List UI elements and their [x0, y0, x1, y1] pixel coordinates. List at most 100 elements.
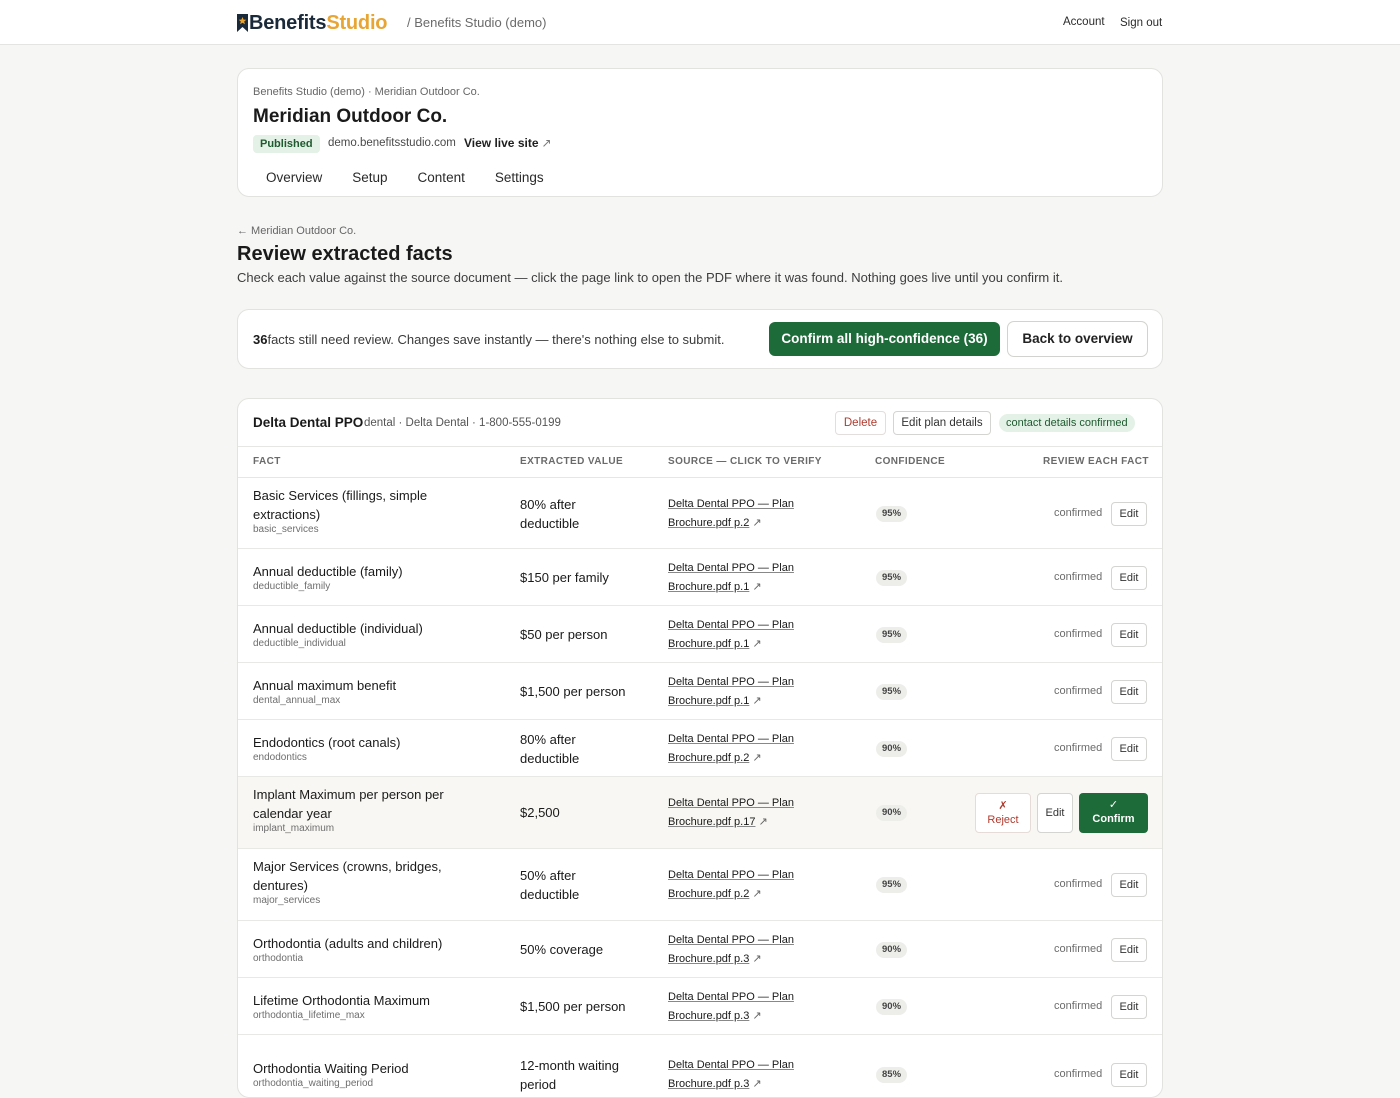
tab-content[interactable]: Content — [418, 170, 465, 185]
table-row: Major Services (crowns, bridges, dentures… — [238, 849, 1162, 921]
edit-fact-button[interactable]: Edit — [1111, 680, 1147, 704]
external-link-icon: ↗ — [752, 752, 762, 764]
tab-setup[interactable]: Setup — [352, 170, 387, 185]
fact-value: 80% after deductible — [520, 495, 650, 533]
fact-value: 80% after deductible — [520, 730, 650, 768]
external-link-icon: ↗ — [752, 953, 762, 965]
fact-name-line1: Basic Services (fillings, simple — [253, 488, 428, 503]
confirmed-status: confirmed — [1054, 685, 1103, 697]
fact-name-line1: Implant Maximum per person per — [253, 787, 444, 802]
source-link[interactable]: Delta Dental PPO — Plan Brochure.pdf p.3 ↗ — [668, 1056, 818, 1094]
confidence-badge: 90% — [876, 805, 908, 821]
account-link[interactable]: Account — [1063, 16, 1105, 28]
confirmed-status: confirmed — [1054, 943, 1103, 955]
external-link-icon: ↗ — [752, 1010, 762, 1022]
fact-name: Orthodontia (adults and children) — [253, 934, 483, 953]
workspace-crumb[interactable]: / Benefits Studio (demo) — [407, 15, 546, 30]
confirmed-status: confirmed — [1054, 571, 1103, 583]
source-link-line1: Delta Dental PPO — Plan — [668, 869, 794, 881]
source-link[interactable]: Delta Dental PPO — Plan Brochure.pdf p.1 ↗ — [668, 616, 818, 654]
fact-value: $1,500 per person — [520, 997, 650, 1016]
reject-button[interactable]: ✗ Reject — [975, 793, 1031, 833]
edit-plan-button[interactable]: Edit plan details — [893, 411, 991, 435]
confirm-all-button[interactable]: Confirm all high-confidence (36) — [769, 322, 1000, 356]
edit-fact-button[interactable]: Edit — [1111, 938, 1147, 962]
confirmed-status: confirmed — [1054, 1068, 1103, 1080]
fact-key: orthodontia_waiting_period — [253, 1078, 374, 1089]
external-link-icon: ↗ — [752, 1078, 762, 1090]
confirmed-status: confirmed — [1054, 628, 1103, 640]
fact-key: dental_annual_max — [253, 695, 341, 706]
back-to-overview-button[interactable]: Back to overview — [1007, 321, 1148, 357]
back-link[interactable]: ← Meridian Outdoor Co. — [237, 225, 356, 237]
fact-name-line1: Orthodontia Waiting Period — [253, 1061, 409, 1076]
confidence-badge: 95% — [876, 627, 908, 643]
source-link[interactable]: Delta Dental PPO — Plan Brochure.pdf p.2 ↗ — [668, 866, 818, 904]
fact-name: Basic Services (fillings, simple extracti… — [253, 486, 483, 524]
brand-name-part1: Benefits — [249, 11, 327, 34]
fact-value-line2: deductible — [520, 751, 580, 766]
edit-fact-button[interactable]: Edit — [1111, 873, 1147, 897]
source-link[interactable]: Delta Dental PPO — Plan Brochure.pdf p.1 ↗ — [668, 673, 818, 711]
fact-value-line2: deductible — [520, 887, 580, 902]
source-link[interactable]: Delta Dental PPO — Plan Brochure.pdf p.17… — [668, 794, 818, 832]
source-link[interactable]: Delta Dental PPO — Plan Brochure.pdf p.1 ↗ — [668, 559, 818, 597]
fact-value: $150 per family — [520, 568, 650, 587]
tab-overview[interactable]: Overview — [266, 170, 322, 185]
edit-fact-button[interactable]: Edit — [1111, 995, 1147, 1019]
edit-fact-button[interactable]: Edit — [1111, 623, 1147, 647]
fact-value-line2: period — [520, 1077, 557, 1092]
brand-logo[interactable]: Benefits Studio — [237, 11, 388, 35]
fact-name: Lifetime Orthodontia Maximum — [253, 991, 483, 1010]
source-link[interactable]: Delta Dental PPO — Plan Brochure.pdf p.2 ↗ — [668, 730, 818, 768]
edit-fact-button[interactable]: Edit — [1111, 502, 1147, 526]
source-link-line2: Brochure.pdf p.3 — [668, 1010, 750, 1022]
tab-settings[interactable]: Settings — [495, 170, 544, 185]
source-link[interactable]: Delta Dental PPO — Plan Brochure.pdf p.3 ↗ — [668, 931, 818, 969]
review-status-text: 36facts still need review. Changes save … — [253, 332, 724, 347]
fact-key: orthodontia_lifetime_max — [253, 1010, 365, 1021]
source-link-line1: Delta Dental PPO — Plan — [668, 991, 794, 1003]
confirmed-status: confirmed — [1054, 742, 1103, 754]
edit-fact-button[interactable]: Edit — [1111, 1063, 1147, 1087]
fact-name: Annual deductible (family) — [253, 562, 483, 581]
table-row: Lifetime Orthodontia Maximum orthodontia_… — [238, 978, 1162, 1035]
top-bar: Benefits Studio / Benefits Studio (demo) … — [0, 0, 1400, 45]
view-live-site-link[interactable]: View live site ↗ — [464, 136, 552, 150]
plan-card: Delta Dental PPO dental · Delta Dental ·… — [237, 398, 1163, 1098]
external-link-icon: ↗ — [752, 638, 762, 650]
fact-name-line2: extractions) — [253, 507, 321, 522]
external-link-icon: ↗ — [541, 136, 552, 150]
confidence-badge: 95% — [876, 877, 908, 893]
confirm-label: Confirm — [1092, 813, 1135, 825]
source-link-line2: Brochure.pdf p.3 — [668, 953, 750, 965]
site-tabs: Overview Setup Content Settings — [266, 170, 574, 185]
fact-name: Annual deductible (individual) — [253, 619, 483, 638]
edit-fact-button[interactable]: Edit — [1037, 793, 1073, 833]
source-link[interactable]: Delta Dental PPO — Plan Brochure.pdf p.2 ↗ — [668, 495, 818, 533]
sign-out-link[interactable]: Sign out — [1120, 17, 1162, 29]
page-subtitle: Check each value against the source docu… — [237, 270, 1063, 285]
table-row: Orthodontia Waiting Period orthodontia_wa… — [238, 1035, 1162, 1097]
fact-key: endodontics — [253, 752, 307, 763]
source-link-line1: Delta Dental PPO — Plan — [668, 733, 794, 745]
source-link-line2: Brochure.pdf p.2 — [668, 517, 750, 529]
confirm-button[interactable]: ✓ Confirm — [1079, 793, 1148, 833]
fact-value-line1: 80% after — [520, 732, 576, 747]
column-header-source: SOURCE — CLICK TO VERIFY — [668, 456, 822, 467]
source-link[interactable]: Delta Dental PPO — Plan Brochure.pdf p.3 ↗ — [668, 988, 818, 1026]
column-header-value: EXTRACTED VALUE — [520, 456, 624, 467]
fact-value-line1: 50% coverage — [520, 942, 604, 957]
fact-key: implant_maximum — [253, 823, 335, 834]
delete-plan-button[interactable]: Delete — [835, 411, 886, 435]
edit-fact-button[interactable]: Edit — [1111, 566, 1147, 590]
fact-name: Implant Maximum per person per calendar y… — [253, 785, 483, 823]
plan-meta: dental · Delta Dental · 1-800-555-0199 — [364, 417, 561, 429]
external-link-icon: ↗ — [752, 517, 762, 529]
table-row: Annual maximum benefit dental_annual_max $… — [238, 663, 1162, 720]
edit-fact-button[interactable]: Edit — [1111, 737, 1147, 761]
confidence-badge: 90% — [876, 999, 908, 1015]
fact-name: Orthodontia Waiting Period — [253, 1059, 483, 1078]
source-link-line2: Brochure.pdf p.2 — [668, 752, 750, 764]
source-link-line1: Delta Dental PPO — Plan — [668, 1059, 794, 1071]
